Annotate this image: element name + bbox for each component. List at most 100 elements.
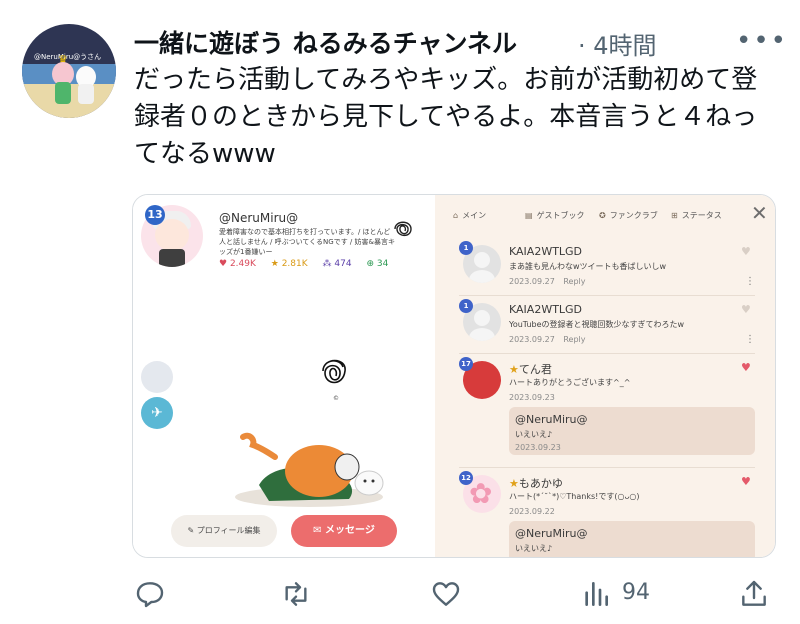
author-name[interactable]: 一緒に遊ぼう ねるみるチャンネル [134,24,517,60]
profile-edit-button[interactable]: ✎ プロフィール編集 [171,515,277,547]
profile-pane: 13 @NeruMiru@ 愛着障害なので基本相打ちを打っています。/ ほとんど… [133,195,435,557]
star-stat: ★ 2.81K [270,259,308,269]
plus-box-icon: ⊞ [671,211,678,220]
profile-level-badge: 13 [145,205,165,225]
heart-stat: ♥ 2.49K [219,259,256,269]
footprint-count: 474 [334,259,352,269]
tab-main-label: メイン [462,211,487,220]
profile-name: @NeruMiru@ [219,211,299,225]
share-icon[interactable] [738,578,770,610]
heart-count: 2.49K [229,259,256,269]
close-icon[interactable]: ✕ [751,201,768,225]
guestbook-tabs: ⌂ メイン ▤ ゲストブック ✪ ファンクラブ ⊞ ステータス [435,205,775,227]
guestbook-entry: 12 ★もあかゆ ハート(*´˘`*)♡Thanks!です(○ᴗ○) 2023.… [459,471,755,521]
more-horizontal-icon[interactable]: ••• [736,26,788,56]
reply-icon[interactable] [134,578,166,610]
time-separator: · [578,32,586,60]
reply-date: 2023.09.23 [515,443,561,452]
avatar-body [159,249,185,267]
avatar-character-white-body [78,84,94,104]
divider [459,295,755,296]
avatar-character-lying [235,432,384,507]
tweet-timestamp[interactable]: · 4時間 [578,26,657,61]
entry-username[interactable]: KAIA2WTLGD [509,303,582,316]
avatar-face [155,219,189,251]
entry-meta: 2023.09.27 Reply [509,277,586,286]
scribble-drawing-large [322,359,346,384]
reply-author: @NeruMiru@ [515,527,588,540]
airplane-icon[interactable]: ✈ [141,397,173,429]
owner-reply: @NeruMiru@ いえいえ♪ [509,521,755,557]
heart-icon[interactable]: ♥ [741,303,751,316]
tweet-media-image[interactable]: 13 @NeruMiru@ 愛着障害なので基本相打ちを打っています。/ ほとんど… [132,194,776,558]
heart-icon[interactable]: ♥ [741,361,751,374]
star-icon: ★ [509,363,519,376]
scribble-drawing-small [394,221,412,237]
tab-fanclub[interactable]: ✪ ファンクラブ [599,205,658,227]
reply-link[interactable]: Reply [563,277,585,286]
entry-date: 2023.09.23 [509,393,555,402]
author-avatar[interactable]: @NeruMiru@うさん ♛ [22,24,116,118]
book-icon: ▤ [525,211,533,220]
entry-username-text: もあかゆ [518,477,563,490]
entry-message: まあ誰も見んわなwツイートも香ばしいしw [509,262,667,271]
heart-icon[interactable] [430,578,462,610]
message-button[interactable]: ✉ メッセージ [291,515,397,547]
tab-status[interactable]: ⊞ ステータス [671,205,722,227]
star-circle-icon: ✪ [599,211,606,220]
heart-icon[interactable]: ♥ [741,245,751,258]
entry-date: 2023.09.27 [509,335,555,344]
profile-bio: 愛着障害なので基本相打ちを打っています。/ ほとんど人と話しません / 呼ぶつい… [219,228,395,256]
tab-status-label: ステータス [681,211,722,220]
reply-link[interactable]: Reply [563,335,585,344]
user-level-badge: 12 [459,471,473,485]
views-count[interactable]: 94 [622,580,650,605]
entry-username-text: てん君 [518,363,552,376]
entry-username[interactable]: KAIA2WTLGD [509,245,582,258]
friend-avatar-button[interactable] [141,361,173,393]
plus-count: 34 [376,259,389,269]
time-value: 4時間 [593,32,657,60]
reply-message: いえいえ♪ [515,430,553,439]
entry-date: 2023.09.27 [509,277,555,286]
divider [459,353,755,354]
guestbook-entry: 1 KAIA2WTLGD まあ誰も見んわなwツイートも香ばしいしw 2023.0… [459,241,755,295]
home-icon: ⌂ [453,211,459,220]
profile-stats: ♥ 2.49K ★ 2.81K ⁂ 474 ⊕ 34 [219,259,400,269]
tab-main[interactable]: ⌂ メイン [453,205,486,227]
reply-author: @NeruMiru@ [515,413,588,426]
tweet-text: だったら活動してみろやキッズ。お前が活動初めて登録者０のときから見下してやるよ。… [134,65,758,169]
plus-stat: ⊕ 34 [366,259,389,269]
reply-message: いえいえ♪ [515,544,553,553]
footprint-stat: ⁂ 474 [322,259,352,269]
entry-message: ハート(*´˘`*)♡Thanks!です(○ᴗ○) [509,492,640,501]
more-vertical-icon[interactable]: ⋮ [745,335,755,345]
avatar-character-pink-body [55,82,71,104]
tweet-action-bar: 94 [0,572,800,616]
user-level-badge: 1 [459,299,473,313]
tab-guestbook[interactable]: ▤ ゲストブック [525,205,585,227]
tab-fanclub-label: ファンクラブ [609,211,658,220]
message-label: メッセージ [325,525,375,536]
retweet-icon[interactable] [280,578,312,610]
user-level-badge: 1 [459,241,473,255]
entry-username[interactable]: ★もあかゆ [509,475,563,491]
star-count: 2.81K [281,259,308,269]
divider [459,467,755,468]
guestbook-entry: 1 KAIA2WTLGD YouTubeの登録者と視聴回数少なすぎてわろたw 2… [459,299,755,351]
views-chart-icon[interactable] [580,578,612,610]
entry-date: 2023.09.22 [509,507,555,516]
entry-message: YouTubeの登録者と視聴回数少なすぎてわろたw [509,320,685,329]
scribble-caption: © [333,395,339,402]
star-icon: ★ [509,477,519,490]
more-vertical-icon[interactable]: ⋮ [745,277,755,287]
entry-meta: 2023.09.27 Reply [509,335,586,344]
guestbook-entry: 17 ★てん君 ハートありがとうございます^_^ 2023.09.23 ♥ [459,357,755,411]
heart-icon[interactable]: ♥ [741,475,751,488]
pencil-icon: ✎ [187,526,197,535]
entry-username[interactable]: ★てん君 [509,361,552,377]
tab-guestbook-label: ゲストブック [536,211,585,220]
message-icon: ✉ [313,525,326,536]
owner-reply: @NeruMiru@ いえいえ♪ 2023.09.23 [509,407,755,455]
user-level-badge: 17 [459,357,473,371]
